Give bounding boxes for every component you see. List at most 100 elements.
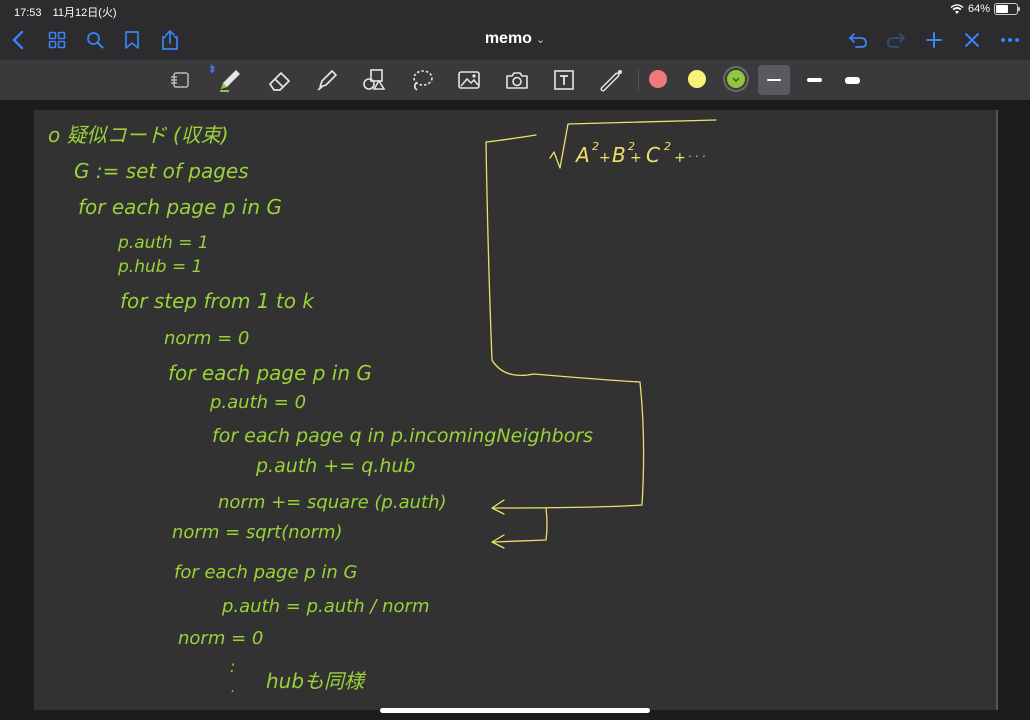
document-title-wrap: memo ⌄ — [0, 30, 1030, 48]
laser-pointer-icon — [600, 70, 622, 92]
search-icon — [87, 32, 104, 49]
formula-exp: 2 — [664, 140, 671, 153]
home-indicator[interactable] — [380, 708, 650, 713]
camera-tool[interactable] — [503, 66, 531, 94]
checkmark-icon — [732, 77, 740, 82]
status-date: 11月12日(火) — [52, 7, 117, 19]
image-icon — [458, 71, 480, 89]
stroke-thin-button[interactable] — [758, 65, 790, 95]
reading-mode-icon — [171, 72, 189, 88]
status-bar: 17:53 11月12日(火) 64% — [0, 0, 1030, 20]
formula-c: C — [646, 143, 660, 167]
color-swatch-red[interactable] — [649, 70, 667, 88]
stroke-thick-preview — [844, 76, 860, 84]
formula-plus: + — [630, 150, 642, 166]
undo-button[interactable] — [846, 28, 870, 52]
shapes-tool[interactable] — [360, 66, 388, 94]
more-icon — [1001, 38, 1019, 42]
note-line: p.auth = p.auth / norm — [221, 596, 430, 617]
shapes-icon — [363, 69, 386, 90]
note-line: norm = 0 — [178, 628, 263, 649]
back-button[interactable] — [6, 28, 30, 52]
battery-icon — [994, 3, 1020, 15]
color-swatch-green[interactable] — [727, 70, 745, 88]
text-box-tool[interactable] — [550, 66, 578, 94]
formula-exp: 2 — [592, 140, 599, 153]
battery-percent: 64% — [967, 3, 990, 15]
color-swatch-yellow[interactable] — [688, 70, 706, 88]
add-page-button[interactable] — [922, 28, 946, 52]
note-line: p.auth += q.hub — [255, 455, 415, 477]
close-button[interactable] — [960, 28, 984, 52]
status-time: 17:53 — [14, 7, 42, 19]
note-line: for each page p in G — [174, 562, 358, 583]
undo-icon — [848, 33, 867, 48]
note-line: o 疑似コード (収束) — [48, 123, 229, 147]
share-icon — [162, 29, 178, 50]
note-line: norm = sqrt(norm) — [172, 522, 343, 543]
note-line: for each page p in G — [168, 361, 372, 385]
note-line: p.auth = 0 — [209, 392, 306, 413]
pen-icon — [220, 70, 240, 92]
scroll-track[interactable] — [996, 110, 998, 710]
formula-plus: + — [599, 150, 611, 166]
eraser-tool[interactable] — [266, 66, 294, 94]
camera-icon — [506, 72, 528, 89]
stroke-thick-button[interactable] — [836, 65, 868, 95]
stroke-medium-preview — [806, 78, 822, 82]
formula-plus: + — [674, 150, 686, 166]
stroke-thin-preview — [767, 79, 781, 81]
document-title[interactable]: memo ⌄ — [485, 30, 545, 47]
formula-dots: · · · — [688, 150, 705, 163]
grid-icon — [48, 31, 66, 49]
lasso-icon — [413, 70, 433, 91]
lasso-tool[interactable] — [408, 66, 436, 94]
formula-b: B — [612, 143, 626, 167]
grid-view-button[interactable] — [45, 28, 69, 52]
chevron-down-icon: ⌄ — [535, 34, 546, 46]
ellipsis-mark: : — [230, 657, 235, 676]
redo-button[interactable] — [884, 28, 908, 52]
more-button[interactable] — [998, 28, 1022, 52]
note-line: hubも同様 — [266, 669, 367, 693]
chevron-left-icon — [12, 30, 24, 50]
share-button[interactable] — [158, 28, 182, 52]
toolbar-divider — [638, 70, 639, 90]
note-line: p.hub = 1 — [117, 257, 202, 277]
search-button[interactable] — [83, 28, 107, 52]
note-page[interactable]: o 疑似コード (収束) G := set of pages for each … — [34, 110, 996, 710]
bluetooth-icon — [209, 64, 215, 74]
highlighter-icon — [317, 70, 337, 91]
note-line: p.auth = 1 — [117, 233, 209, 253]
reading-mode-button[interactable] — [167, 66, 195, 94]
plus-icon — [926, 32, 942, 48]
wifi-icon — [950, 3, 964, 14]
eraser-icon — [269, 72, 290, 91]
note-line: norm = 0 — [164, 328, 249, 349]
bookmark-button[interactable] — [120, 28, 144, 52]
navigation-bar: memo ⌄ — [0, 20, 1030, 60]
stroke-medium-button[interactable] — [798, 65, 830, 95]
arrow-head — [491, 499, 505, 515]
bookmark-icon — [125, 31, 139, 49]
ellipsis-mark: · — [230, 684, 234, 700]
close-icon — [965, 33, 979, 47]
bracket-stroke — [485, 134, 645, 509]
canvas-area: o 疑似コード (収束) G := set of pages for each … — [0, 100, 1030, 720]
redo-icon — [887, 33, 906, 48]
note-line: for each page q in p.incomingNeighbors — [212, 425, 593, 447]
text-box-icon — [554, 70, 574, 90]
note-line: for each page p in G — [78, 195, 282, 219]
image-tool[interactable] — [455, 66, 483, 94]
note-line: for step from 1 to k — [120, 289, 315, 313]
formula-a: A — [574, 143, 590, 167]
tool-bar — [0, 60, 1030, 100]
battery-fill — [996, 5, 1009, 13]
handwriting-layer: o 疑似コード (収束) G := set of pages for each … — [48, 119, 717, 700]
document-title-text: memo — [484, 30, 532, 47]
laser-pointer-tool[interactable] — [598, 66, 626, 94]
note-line: G := set of pages — [74, 159, 249, 183]
note-line: norm += square (p.auth) — [218, 492, 447, 513]
pen-tool[interactable] — [216, 66, 244, 94]
highlighter-tool[interactable] — [313, 66, 341, 94]
